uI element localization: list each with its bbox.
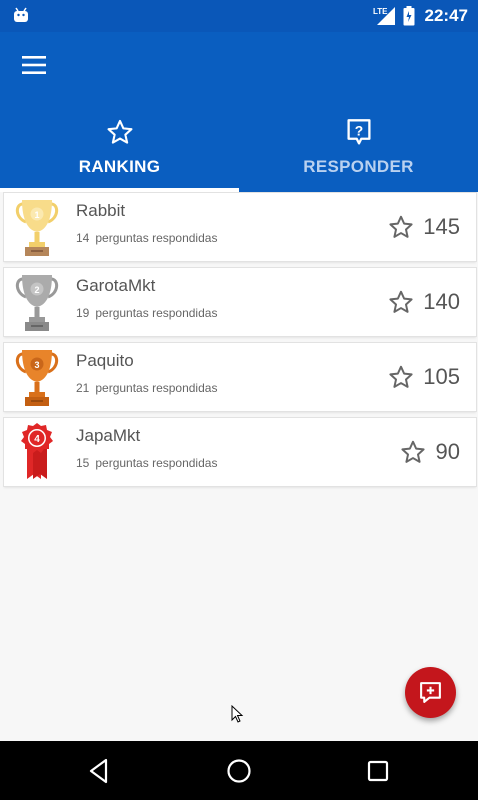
ranking-list: 1 Rabbit 14 perguntas respondidas 145 2 G… <box>4 193 476 493</box>
mouse-cursor-icon <box>231 705 244 723</box>
back-icon[interactable] <box>83 755 115 787</box>
answered-suffix: perguntas respondidas <box>95 306 218 320</box>
ranking-item-4[interactable]: 4 JapaMkt 15 perguntas respondidas 90 <box>4 418 476 486</box>
answered-suffix: perguntas respondidas <box>95 456 218 470</box>
tab-ranking[interactable]: RANKING <box>0 112 239 192</box>
answered-number: 19 <box>76 306 90 320</box>
star-outline-icon <box>107 119 132 144</box>
status-bar: LTE 22:47 <box>0 0 478 32</box>
app-bar: RANKING ? RESPONDER <box>0 32 478 192</box>
star-outline-icon <box>389 290 413 313</box>
answered-suffix: perguntas respondidas <box>95 231 218 245</box>
navigation-bar <box>0 741 478 800</box>
svg-text:2: 2 <box>34 285 39 295</box>
tab-responder[interactable]: ? RESPONDER <box>239 112 478 192</box>
score: 105 <box>423 364 460 389</box>
player-name: GarotaMkt <box>76 276 156 295</box>
svg-text:1: 1 <box>34 210 39 220</box>
recents-icon[interactable] <box>362 755 394 787</box>
star-outline-icon <box>401 440 425 463</box>
answered-number: 21 <box>76 381 90 395</box>
red-ribbon-medal-icon: 4 <box>21 423 53 479</box>
gold-trophy-icon: 1 <box>15 200 59 256</box>
score: 145 <box>423 214 460 239</box>
svg-text:LTE: LTE <box>373 7 388 16</box>
answered-count: 19 perguntas respondidas <box>76 306 223 320</box>
tab-responder-label: RESPONDER <box>303 157 414 176</box>
svg-text:3: 3 <box>34 360 39 370</box>
svg-text:4: 4 <box>34 434 40 445</box>
battery-icon <box>403 6 415 26</box>
tab-indicator <box>0 188 239 192</box>
ranking-item-1[interactable]: 1 Rabbit 14 perguntas respondidas 145 <box>4 193 476 261</box>
score: 90 <box>435 439 460 464</box>
clock: 22:47 <box>424 6 468 25</box>
player-name: Rabbit <box>76 201 126 220</box>
tab-ranking-label: RANKING <box>78 157 161 176</box>
score: 140 <box>423 289 460 314</box>
player-name: Paquito <box>76 351 134 370</box>
hamburger-menu-icon[interactable] <box>18 50 52 80</box>
android-icon <box>14 7 28 22</box>
bronze-trophy-icon: 3 <box>15 350 59 406</box>
answered-suffix: perguntas respondidas <box>95 381 218 395</box>
answered-number: 15 <box>76 456 90 470</box>
question-bubble-icon: ? <box>346 119 371 145</box>
star-outline-icon <box>389 365 413 388</box>
player-name: JapaMkt <box>76 426 141 445</box>
svg-text:?: ? <box>354 122 362 138</box>
add-question-icon <box>420 682 441 703</box>
answered-count: 15 perguntas respondidas <box>76 456 223 470</box>
silver-trophy-icon: 2 <box>15 275 59 331</box>
answered-number: 14 <box>76 231 90 245</box>
answered-count: 21 perguntas respondidas <box>76 381 223 395</box>
ranking-item-3[interactable]: 3 Paquito 21 perguntas respondidas 105 <box>4 343 476 411</box>
tab-bar: RANKING ? RESPONDER <box>0 112 478 192</box>
home-icon[interactable] <box>223 755 255 787</box>
answered-count: 14 perguntas respondidas <box>76 231 223 245</box>
ranking-item-2[interactable]: 2 GarotaMkt 19 perguntas respondidas 140 <box>4 268 476 336</box>
lte-signal-icon: LTE <box>373 7 395 25</box>
star-outline-icon <box>389 215 413 238</box>
add-question-button[interactable] <box>405 667 456 718</box>
